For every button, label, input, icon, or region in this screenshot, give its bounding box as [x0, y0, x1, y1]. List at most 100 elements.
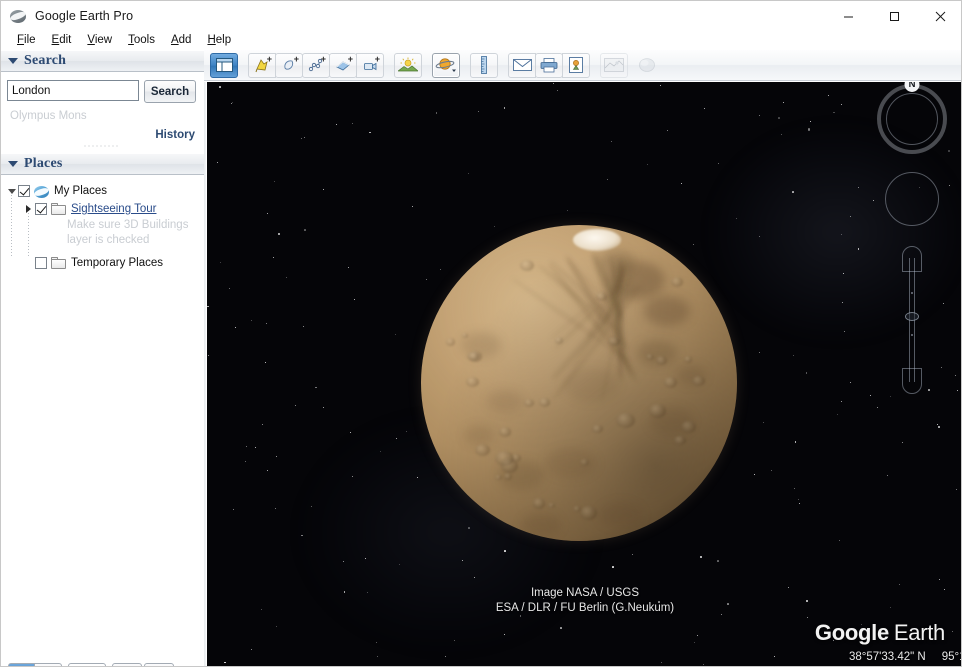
crater — [684, 356, 692, 363]
star — [647, 163, 649, 165]
menu-edit[interactable]: Edit — [44, 33, 80, 47]
magnifier-button[interactable] — [8, 663, 35, 666]
star — [398, 563, 400, 565]
compass-inner-ring[interactable] — [886, 93, 938, 145]
add-image-overlay-button[interactable]: + — [329, 52, 357, 78]
minimize-button[interactable] — [825, 1, 871, 31]
star — [262, 423, 264, 425]
star — [267, 470, 269, 472]
star — [379, 451, 381, 452]
star — [753, 474, 755, 476]
toolbar-group-planet — [432, 52, 460, 78]
map-viewport[interactable]: Image NASA / USGS ESA / DLR / FU Berlin … — [207, 82, 961, 666]
star — [278, 232, 281, 236]
star — [610, 140, 612, 142]
mars-globe[interactable] — [421, 225, 737, 541]
star — [493, 226, 495, 228]
look-around-joystick[interactable] — [885, 172, 939, 226]
menu-view[interactable]: View — [79, 33, 120, 47]
star — [780, 134, 782, 136]
tree-label-sightseeing-tour[interactable]: Sightseeing Tour — [71, 203, 156, 215]
star — [783, 102, 785, 104]
star — [693, 244, 695, 246]
print-button[interactable] — [535, 52, 563, 78]
record-tour-button[interactable]: + — [356, 52, 384, 78]
collapse-triangle-icon[interactable] — [8, 58, 18, 64]
places-panel-header[interactable]: Places — [1, 153, 204, 175]
crater — [538, 398, 550, 407]
compass-control[interactable]: N — [877, 82, 947, 154]
star — [406, 430, 407, 432]
search-button[interactable]: Search — [144, 80, 196, 103]
switch-planet-button[interactable] — [432, 52, 460, 78]
add-placemark-button[interactable]: + — [248, 52, 276, 78]
zoom-out-button[interactable] — [902, 368, 922, 394]
search-row: Search — [7, 80, 198, 103]
email-button[interactable] — [508, 52, 536, 78]
show-hide-sky-button[interactable] — [633, 53, 661, 78]
menu-file[interactable]: File — [9, 33, 44, 47]
star — [718, 163, 720, 165]
search-history-link[interactable]: History — [155, 129, 195, 141]
add-path-button[interactable]: + — [302, 52, 330, 78]
star — [702, 663, 704, 665]
menu-add[interactable]: Add — [163, 33, 199, 47]
contrast-button[interactable] — [35, 663, 62, 666]
crater — [692, 375, 706, 386]
attribution-line-1: Image NASA / USGS — [530, 587, 639, 599]
star — [365, 557, 367, 559]
checkbox-temporary-places[interactable] — [35, 257, 47, 269]
sidebar-value-field[interactable] — [68, 663, 106, 666]
move-down-button[interactable] — [144, 663, 174, 666]
toggle-sidebar-button[interactable] — [210, 52, 238, 78]
star — [849, 381, 851, 383]
star — [736, 217, 738, 219]
search-panel-header[interactable]: Search — [1, 50, 204, 72]
close-button[interactable] — [917, 1, 961, 31]
zoom-slider[interactable] — [899, 246, 925, 394]
list-item[interactable]: Temporary Places — [1, 254, 204, 272]
zoom-slider-handle[interactable] — [905, 312, 919, 321]
menu-file-rest: ile — [24, 34, 36, 46]
crater — [554, 336, 564, 344]
panel-resize-grip[interactable] — [83, 144, 119, 148]
star — [607, 179, 609, 181]
menu-tools[interactable]: Tools — [120, 33, 163, 47]
star — [478, 110, 480, 112]
menu-help[interactable]: Help — [199, 33, 239, 47]
places-tree: My Places Sightseeing Tour Make sure 3D … — [1, 175, 204, 656]
maximize-button[interactable] — [871, 1, 917, 31]
toolbar-group-add: + + + + + — [248, 52, 384, 78]
list-item[interactable]: My Places — [1, 182, 204, 200]
star — [348, 267, 349, 268]
star — [503, 634, 505, 636]
crater — [446, 338, 456, 346]
expander-down-icon[interactable] — [5, 185, 18, 198]
star — [352, 123, 354, 125]
crater — [655, 356, 667, 365]
star — [552, 82, 555, 85]
collapse-triangle-icon[interactable] — [8, 161, 18, 167]
search-input[interactable] — [7, 80, 139, 101]
toolbar-group-historical — [394, 52, 422, 78]
sunlight-button[interactable] — [394, 52, 422, 78]
menu-add-rest: dd — [178, 34, 192, 46]
checkbox-sightseeing-tour[interactable] — [35, 203, 47, 215]
plus-icon: + — [374, 53, 380, 64]
star — [667, 130, 668, 131]
move-up-button[interactable] — [112, 663, 142, 666]
expander-right-icon[interactable] — [22, 203, 35, 216]
star — [311, 505, 313, 507]
star — [228, 288, 230, 289]
crater — [495, 475, 502, 481]
save-image-button[interactable] — [562, 52, 590, 78]
star — [758, 351, 760, 353]
view-in-maps-button[interactable] — [600, 52, 628, 78]
main-toolbar: + + + + + — [204, 50, 961, 81]
list-item[interactable]: Sightseeing Tour — [1, 200, 204, 218]
add-polygon-button[interactable]: + — [275, 52, 303, 78]
checkbox-my-places[interactable] — [18, 185, 30, 197]
star — [792, 354, 794, 356]
star — [556, 89, 558, 91]
ruler-button[interactable] — [470, 52, 498, 78]
